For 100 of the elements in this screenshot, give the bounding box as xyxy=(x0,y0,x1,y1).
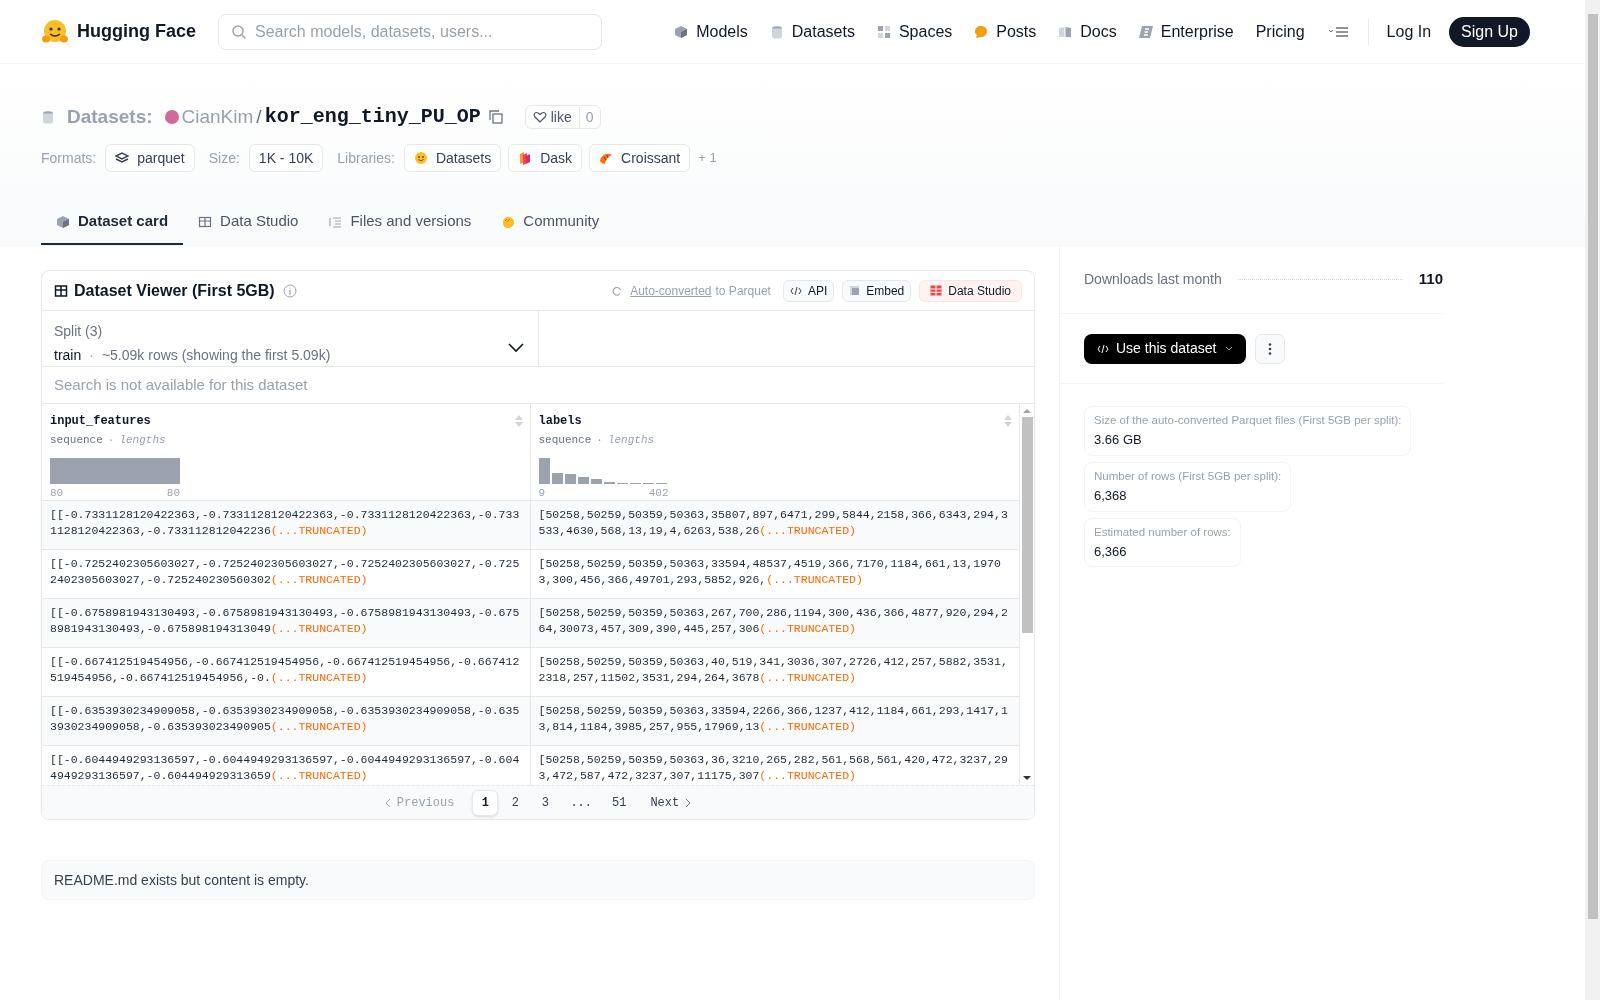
smiley-icon xyxy=(413,151,428,165)
table-icon xyxy=(198,214,213,229)
table-cell: [[-0.667412519454956,-0.667412519454956,-0.667412519454956,-0.667412519454956,-0.667412519454956,-0.(...TRUNCATED) xyxy=(42,648,531,696)
chevron-down-icon xyxy=(1225,346,1234,351)
login-link[interactable]: Log In xyxy=(1374,19,1444,44)
tag-chip[interactable]: Croissant xyxy=(589,144,691,172)
table-cell-text: [50258,50259,50359,50363,267,700,286,1194,300,436,366,4877,920,294,264,30073,457,309,390,445,257,306(...TRUNCATED) xyxy=(537,605,1009,637)
converted-note: to Parquet xyxy=(715,282,771,300)
cube-icon xyxy=(674,24,689,39)
tag-label: Libraries: xyxy=(337,148,395,168)
cube-icon xyxy=(56,214,70,229)
axis-label: 80 xyxy=(166,485,180,501)
split-value: train xyxy=(54,346,82,365)
tag-chip[interactable]: Dask xyxy=(508,144,583,172)
tag-label: Formats: xyxy=(41,148,97,168)
code-icon xyxy=(789,285,802,296)
info-icon xyxy=(282,283,297,298)
axis-label: 402 xyxy=(648,485,669,501)
column-note: lengths xyxy=(607,433,655,448)
nav-link[interactable]: Spaces xyxy=(865,19,964,44)
split-selector[interactable]: Split (3) train · ~5.09k rows (showing the first 5.09k) xyxy=(42,311,539,366)
page-link[interactable]: ... xyxy=(562,789,600,816)
stat-label: Size of the auto-converted Parquet files (First 5GB per split): xyxy=(1094,413,1402,428)
dataset-name: kor_eng_tiny_PU_OP xyxy=(264,104,481,130)
path-separator: / xyxy=(256,104,262,129)
table-cell: [[-0.6758981943130493,-0.6758981943130493,-0.6758981943130493,-0.6758981943130493,-0.675898194313049(...TRUNCATED) xyxy=(42,599,531,647)
scrollbar[interactable] xyxy=(1585,0,1600,1000)
column-header[interactable]: input_features sequence · lengths 80 80 xyxy=(42,404,531,500)
search-bar[interactable]: Search models, datasets, users... xyxy=(218,13,602,50)
table-cell-text: [50258,50259,50359,50363,36,3210,265,282,561,568,561,420,472,3237,293,472,587,472,3237,307,11175,307(...TRUNCATED) xyxy=(537,752,1009,784)
more-options-icon xyxy=(1255,333,1286,364)
like-count: 0 xyxy=(578,106,600,128)
page-link[interactable]: 2 xyxy=(502,789,529,816)
tag-chip[interactable]: 1K - 10K xyxy=(248,144,324,172)
signup-button[interactable]: Sign Up xyxy=(1449,16,1530,47)
stat-value: 3.66 GB xyxy=(1094,431,1143,450)
stat-value: 6,366 xyxy=(1094,542,1128,561)
split-label: Split (3) xyxy=(54,322,104,341)
table-scrollbar[interactable] xyxy=(1019,404,1034,785)
column-type: sequence xyxy=(50,433,103,448)
viewer-action-button[interactable]: Embed xyxy=(842,279,912,302)
next-link[interactable]: Next xyxy=(640,793,702,812)
nav-link[interactable]: Posts xyxy=(963,19,1048,44)
table-cell-text: [50258,50259,50359,50363,33594,2266,366,1237,412,1184,661,293,1417,13,814,1184,3985,257,955,17969,13(...TRUNCATED) xyxy=(537,703,1009,735)
copy-icon xyxy=(488,110,503,124)
search-field[interactable]: Search models, datasets, users... xyxy=(255,19,589,44)
stat-value: 6,368 xyxy=(1094,487,1128,505)
grid-icon xyxy=(876,24,891,39)
use-dataset-button[interactable]: Use this dataset xyxy=(1084,333,1247,364)
layers-icon xyxy=(115,151,130,165)
column-name: input_features xyxy=(50,413,151,430)
stacked-blocks-icon xyxy=(518,151,533,165)
down-arrow-icon xyxy=(1023,775,1031,781)
heart-icon xyxy=(532,110,547,124)
table-cell-text: [50258,50259,50359,50363,35807,897,6471,299,5844,2158,366,6343,294,3533,4630,568,13,19,4,6263,538,26(...TRUNCATED) xyxy=(537,507,1009,539)
tab[interactable]: Community xyxy=(486,200,615,245)
book-icon xyxy=(1058,24,1073,39)
tab[interactable]: Data Studio xyxy=(183,200,314,245)
viewer-action-button[interactable]: Data Studio xyxy=(919,279,1022,302)
nav-link[interactable]: Docs xyxy=(1047,19,1128,44)
viewer-title: Dataset Viewer (First 5GB) xyxy=(74,280,275,301)
database-icon xyxy=(41,110,55,124)
table-cell-text: [50258,50259,50359,50363,33594,48537,4519,366,7170,1184,661,13,19703,300,456,366,49701,293,5852,926,(...TRUNCATED) xyxy=(537,556,1002,588)
stat-label: Number of rows (First 5GB per split): xyxy=(1094,468,1282,484)
column-note: lengths xyxy=(119,433,166,448)
list-icon xyxy=(328,214,343,229)
column-name: labels xyxy=(538,413,582,430)
sort-icon xyxy=(1003,414,1013,428)
speech-bubble-icon xyxy=(974,24,989,39)
nav-link[interactable]: Models xyxy=(663,19,759,44)
page-link[interactable]: 51 xyxy=(604,789,635,816)
croissant-icon xyxy=(599,151,614,165)
page-link[interactable]: 1 xyxy=(472,789,499,816)
column-type: sequence xyxy=(538,433,592,448)
tag-chip[interactable]: parquet xyxy=(105,144,195,172)
dot-separator: · xyxy=(89,346,94,365)
sort-icon xyxy=(513,414,524,428)
tag-chip[interactable]: Datasets xyxy=(403,144,502,172)
table-cell: [[-0.6353930234909058,-0.6353930234909058,-0.6353930234909058,-0.6353930234909058,-0.635393023490905(...TRUNCATED) xyxy=(42,697,531,745)
refresh-icon xyxy=(612,285,623,296)
downloads-count: 110 xyxy=(1418,269,1443,290)
viewer-action-button[interactable]: API xyxy=(782,279,835,302)
table-cell: [[-0.7331128120422363,-0.7331128120422363,-0.7331128120422363,-0.7331128120422363,-0.733112812042236(...TRUNCATED) xyxy=(42,501,531,549)
nav-link[interactable]: Enterprise xyxy=(1127,19,1245,44)
downloads-label: Downloads last month xyxy=(1084,270,1222,289)
tab[interactable]: Dataset card xyxy=(41,200,184,245)
table-cell-text: [50258,50259,50359,50363,40,519,341,3036,307,2726,412,257,5882,3531,2318,257,11502,3531,294,264,3678(...TRUNCATED) xyxy=(537,654,1009,686)
like-button[interactable]: like xyxy=(525,106,579,128)
readme-notice: README.md exists but content is empty. xyxy=(41,860,1035,900)
brand-name[interactable]: Hugging Face xyxy=(77,18,196,45)
up-arrow-icon xyxy=(1023,408,1031,414)
window-icon xyxy=(849,285,861,296)
column-header[interactable]: labels sequence · lengths 9 402 xyxy=(530,404,1019,500)
menu-icon xyxy=(1327,24,1350,39)
page-link[interactable]: 3 xyxy=(532,789,559,816)
chevron-down-icon xyxy=(508,343,524,353)
tab[interactable]: Files and versions xyxy=(313,200,487,245)
stat-label: Estimated number of rows: xyxy=(1094,524,1231,540)
nav-link[interactable]: Datasets xyxy=(758,19,866,44)
nav-link[interactable]: Pricing xyxy=(1244,19,1316,44)
